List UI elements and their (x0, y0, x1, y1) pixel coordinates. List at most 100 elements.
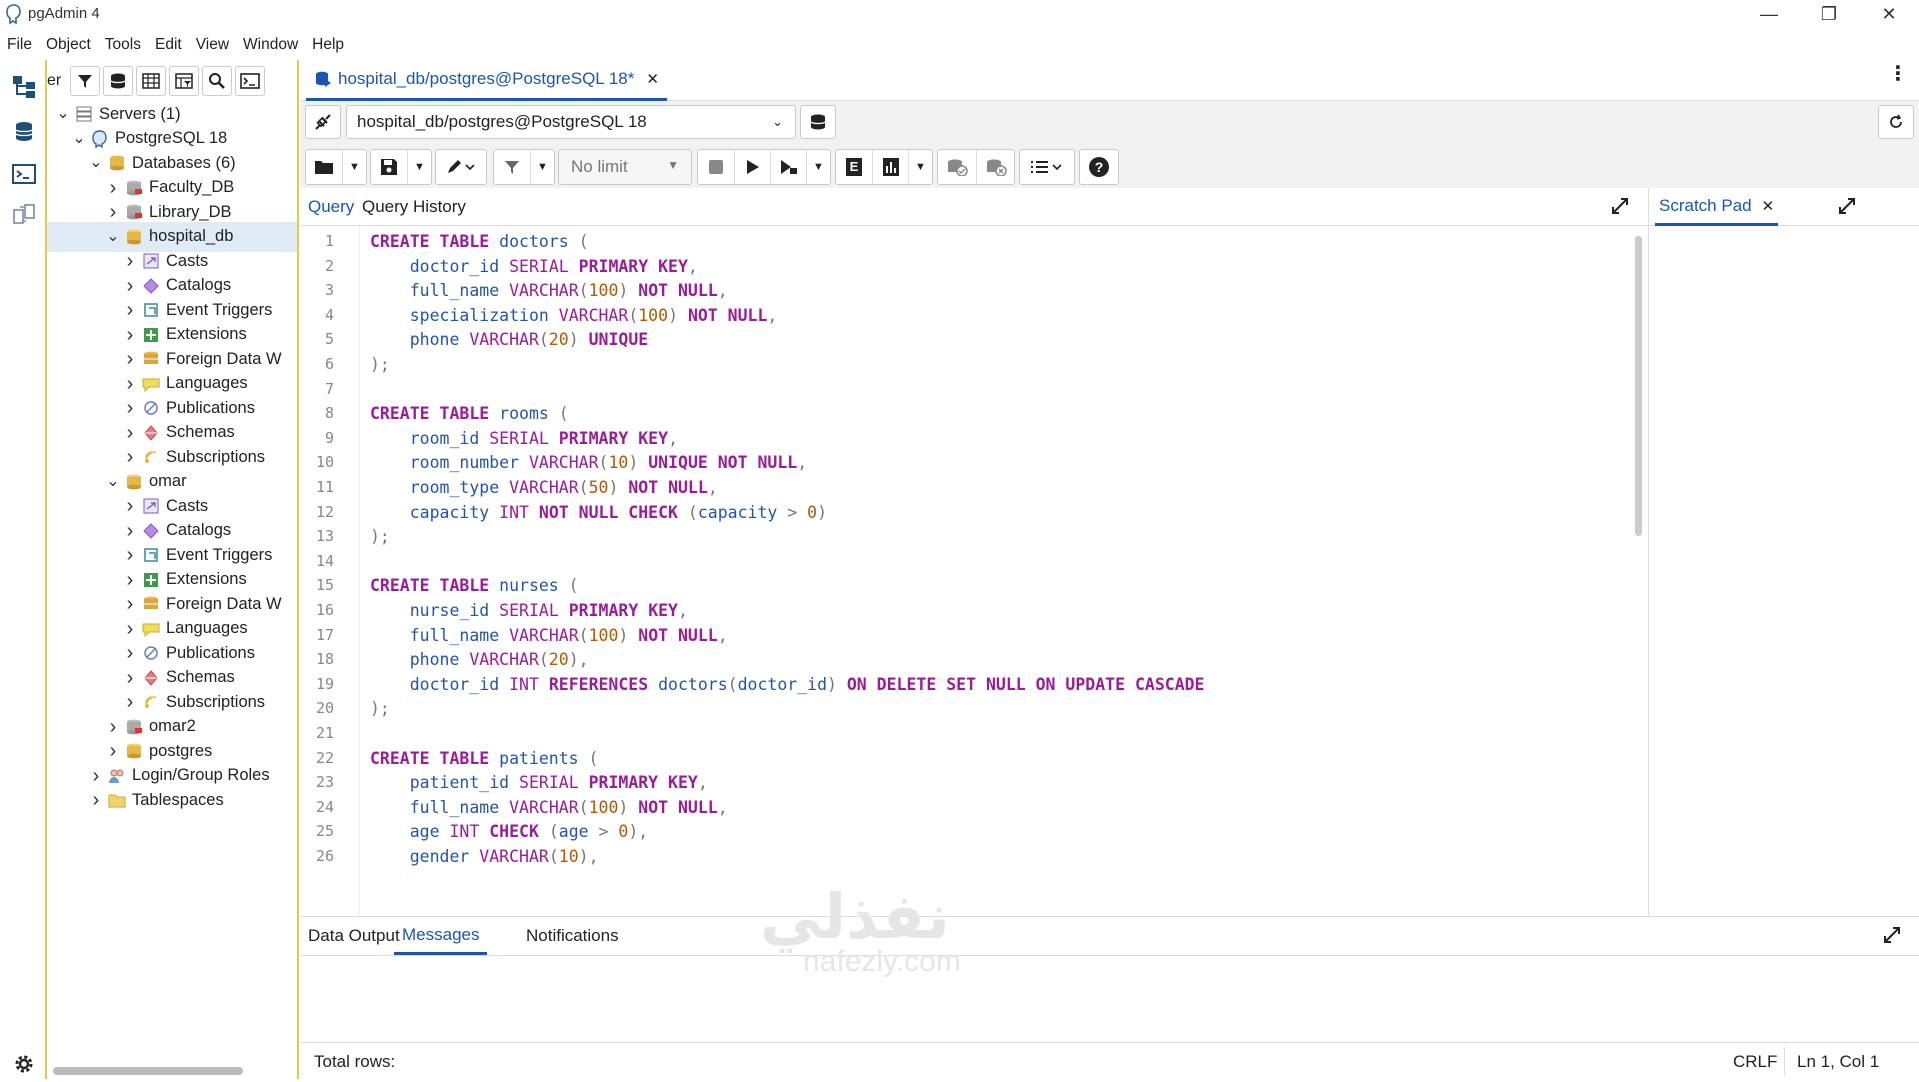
chevron-down-icon[interactable]: ⌄ (71, 130, 87, 146)
commit-icon[interactable] (938, 150, 976, 184)
query-tool-icon[interactable] (6, 114, 42, 150)
chevron-right-icon[interactable]: › (122, 374, 138, 394)
tree-horizontal-scrollbar[interactable] (53, 1067, 243, 1075)
save-icon[interactable] (371, 150, 407, 184)
chevron-right-icon[interactable]: › (105, 202, 121, 222)
code-token: ) (668, 305, 688, 325)
search-icon[interactable] (202, 66, 232, 96)
tree-node[interactable]: › Tablespaces (88, 785, 224, 815)
execute-script-icon[interactable] (770, 150, 806, 184)
tab-messages[interactable]: Messages (394, 917, 488, 955)
help-icon[interactable]: ? (1080, 150, 1118, 184)
limit-select[interactable]: No limit ▼ (558, 149, 692, 185)
chevron-right-icon[interactable]: › (122, 692, 138, 712)
chevron-right-icon[interactable]: › (105, 178, 121, 198)
execute-play-icon[interactable] (734, 150, 770, 184)
menu-object[interactable]: Object (39, 29, 98, 60)
menu-view[interactable]: View (189, 29, 236, 60)
menu-tools[interactable]: Tools (98, 29, 148, 60)
chevron-right-icon[interactable]: › (122, 423, 138, 443)
open-folder-icon[interactable] (306, 150, 342, 184)
filter-rows-icon[interactable] (494, 150, 530, 184)
psql-terminal-icon[interactable] (6, 156, 42, 192)
expand-output-icon[interactable] (1882, 925, 1902, 950)
chevron-right-icon[interactable]: › (88, 790, 104, 810)
edit-pencil-icon[interactable] (436, 150, 486, 184)
code-token: nurse_id (409, 601, 490, 620)
code-token: NOT NULL CHECK (538, 502, 678, 522)
macros-list-icon[interactable] (1020, 150, 1074, 184)
filter-dropdown-icon[interactable]: ▼ (530, 150, 554, 184)
tab-notifications[interactable]: Notifications (526, 917, 619, 955)
tab-data-output[interactable]: Data Output (308, 917, 400, 955)
refresh-icon[interactable] (1878, 105, 1914, 139)
chevron-down-icon[interactable]: ⌄ (55, 106, 71, 122)
query-tab-close-icon[interactable]: ✕ (646, 70, 659, 88)
chevron-right-icon[interactable]: › (122, 447, 138, 467)
scratch-close-icon[interactable]: ✕ (1762, 197, 1775, 215)
chevron-right-icon[interactable]: › (122, 521, 138, 541)
chevron-right-icon[interactable]: › (122, 349, 138, 369)
filtered-rows-icon[interactable] (169, 66, 199, 96)
connection-status-icon[interactable] (305, 105, 341, 139)
tab-scratch-pad[interactable]: Scratch Pad ✕ (1655, 188, 1779, 226)
open-dropdown-icon[interactable]: ▼ (342, 150, 366, 184)
menu-edit[interactable]: Edit (148, 29, 189, 60)
chevron-right-icon[interactable]: › (122, 594, 138, 614)
maximize-button[interactable]: ❐ (1804, 0, 1854, 29)
menu-help[interactable]: Help (305, 29, 351, 60)
settings-gear-icon[interactable] (6, 1046, 42, 1082)
new-connection-icon[interactable] (800, 105, 836, 139)
sql-editor[interactable]: 1 2 3 4 5 6 7 8 9 10 11 12 13 14 15 16 17 18 19 20 21 22 23 24 2… (300, 226, 1648, 916)
psql-tool-icon[interactable] (235, 66, 265, 96)
schema-diff-icon[interactable] (6, 196, 42, 232)
chevron-down-icon[interactable]: ⌄ (105, 473, 121, 489)
minimize-button[interactable]: — (1744, 0, 1794, 29)
menu-file[interactable]: File (0, 29, 39, 60)
explain-analyze-icon[interactable] (872, 150, 908, 184)
chevron-right-icon[interactable]: › (122, 251, 138, 271)
chevron-right-icon[interactable]: › (122, 398, 138, 418)
line-number: 24 (315, 797, 334, 816)
more-options-icon[interactable]: ⋮ (1888, 64, 1908, 84)
chevron-down-icon[interactable]: ⌄ (105, 228, 121, 244)
menu-window[interactable]: Window (236, 29, 305, 60)
chevron-right-icon[interactable]: › (122, 643, 138, 663)
chevron-right-icon[interactable]: › (122, 276, 138, 296)
object-explorer-icon[interactable] (6, 68, 42, 104)
chevron-right-icon[interactable]: › (122, 570, 138, 590)
chevron-right-icon[interactable]: › (122, 545, 138, 565)
chevron-right-icon[interactable]: › (105, 741, 121, 761)
execute-dropdown-icon[interactable]: ▼ (806, 150, 830, 184)
scratch-pad-textarea[interactable] (1649, 226, 1919, 916)
close-window-button[interactable]: ✕ (1864, 0, 1914, 29)
editor-vertical-scrollbar[interactable] (1635, 236, 1642, 536)
chevron-right-icon[interactable]: › (122, 668, 138, 688)
view-data-table-icon[interactable] (136, 66, 166, 96)
chevron-right-icon[interactable]: › (122, 300, 138, 320)
cursor-position: Ln 1, Col 1 (1797, 1052, 1880, 1071)
explain-icon[interactable]: E (836, 150, 872, 184)
line-number: 13 (315, 527, 334, 546)
query-tool-button-icon[interactable] (103, 66, 133, 96)
connection-select[interactable]: hospital_db/postgres@PostgreSQL 18 ⌄ (346, 105, 796, 139)
chevron-right-icon[interactable]: › (88, 766, 104, 786)
query-tab[interactable]: hospital_db/postgres@PostgreSQL 18* ✕ (306, 60, 667, 101)
expand-editor-icon[interactable] (1610, 196, 1630, 221)
rollback-icon[interactable] (976, 150, 1014, 184)
code-token: ( (598, 453, 609, 473)
tab-query-history[interactable]: Query History (362, 188, 466, 226)
chevron-down-icon[interactable]: ⌄ (88, 155, 104, 171)
stop-icon[interactable] (698, 150, 734, 184)
save-dropdown-icon[interactable]: ▼ (407, 150, 431, 184)
explain-dropdown-icon[interactable]: ▼ (908, 150, 932, 184)
chevron-right-icon[interactable]: › (105, 717, 121, 737)
chevron-right-icon[interactable]: › (122, 619, 138, 639)
chevron-right-icon[interactable]: › (122, 325, 138, 345)
line-ending-indicator[interactable]: CRLF (1733, 1052, 1777, 1072)
filter-icon[interactable] (70, 66, 100, 96)
chevron-right-icon[interactable]: › (122, 496, 138, 516)
tab-query[interactable]: Query (308, 188, 354, 226)
expand-scratch-icon[interactable] (1837, 196, 1857, 221)
